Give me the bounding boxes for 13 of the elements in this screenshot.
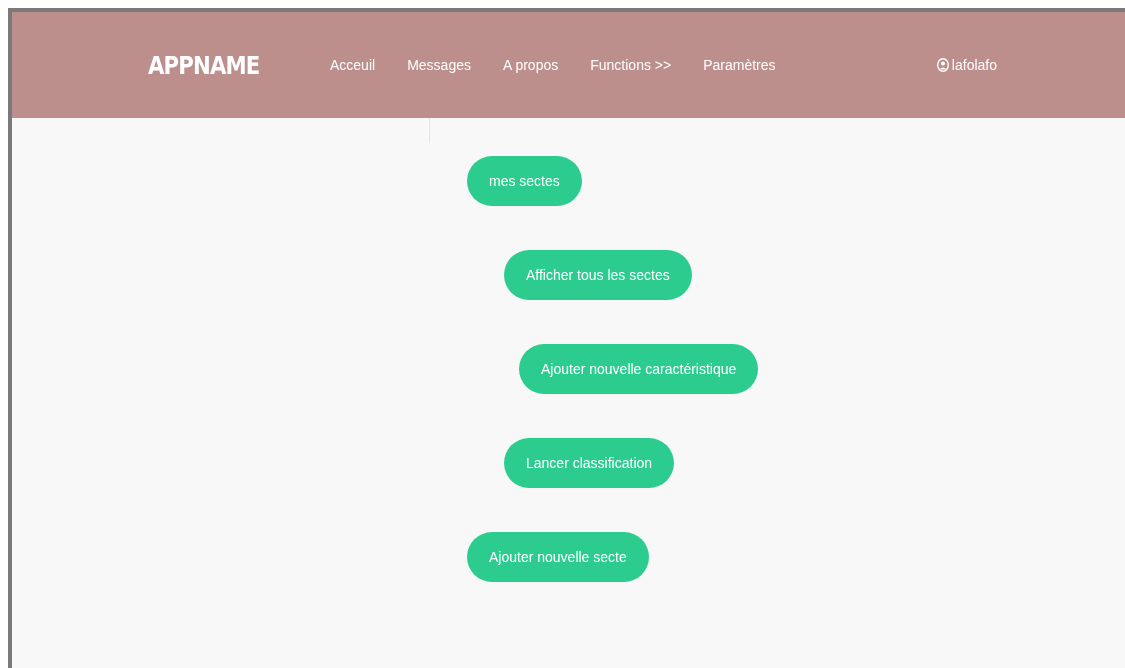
- user-icon: [936, 58, 949, 72]
- action-button[interactable]: Ajouter nouvelle caractéristique: [519, 344, 759, 394]
- nav-link[interactable]: Functions >>: [590, 57, 672, 73]
- nav-link[interactable]: A propos: [502, 57, 559, 73]
- action-button[interactable]: Ajouter nouvelle secte: [467, 532, 649, 582]
- nav-link[interactable]: Acceuil: [330, 57, 376, 73]
- action-button[interactable]: Afficher tous les sectes: [504, 250, 692, 300]
- action-button[interactable]: mes sectes: [467, 156, 582, 206]
- user-link[interactable]: lafolafo: [936, 57, 997, 73]
- nav-link[interactable]: Messages: [407, 57, 471, 73]
- app-logo: APPNAME: [148, 50, 261, 80]
- action-button[interactable]: Lancer classification: [504, 438, 675, 488]
- nav-link[interactable]: Paramètres: [703, 57, 776, 73]
